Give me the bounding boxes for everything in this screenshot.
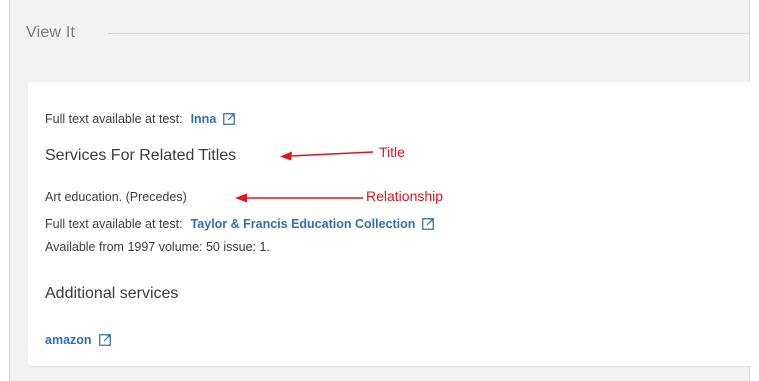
red-arrow-icon: [280, 151, 374, 161]
inna-link[interactable]: Inna: [191, 112, 217, 126]
external-link-icon[interactable]: [223, 113, 236, 125]
section-divider: [108, 33, 749, 34]
external-link-icon[interactable]: [422, 218, 435, 230]
amazon-row: amazon: [45, 333, 111, 347]
relation-text: Art education. (Precedes): [45, 190, 187, 204]
services-card: Full text available at test: Inna Servic…: [28, 82, 756, 366]
section-title: View It: [26, 24, 76, 41]
relation-row: Art education. (Precedes): [45, 190, 187, 204]
availability-row: Available from 1997 volume: 50 issue: 1.: [45, 240, 270, 254]
view-it-panel: View It Full text available at test: Inn…: [9, 0, 756, 381]
red-arrow-icon: [235, 193, 363, 203]
amazon-link[interactable]: amazon: [45, 333, 92, 347]
section-header: View It: [10, 0, 749, 70]
taylor-francis-link[interactable]: Taylor & Francis Education Collection: [191, 217, 416, 231]
related-titles-heading: Services For Related Titles: [45, 147, 237, 164]
related-full-text-label: Full text available at test:: [45, 217, 183, 231]
availability-text: Available from 1997 volume: 50 issue: 1.: [45, 240, 270, 254]
related-full-text-row: Full text available at test: Taylor & Fr…: [45, 217, 435, 231]
title-annotation: Title: [379, 144, 405, 160]
full-text-label: Full text available at test:: [45, 112, 183, 126]
relationship-annotation: Relationship: [366, 188, 444, 204]
full-text-row: Full text available at test: Inna: [45, 112, 236, 126]
external-link-icon[interactable]: [98, 334, 111, 346]
additional-services-heading: Additional services: [45, 285, 179, 302]
